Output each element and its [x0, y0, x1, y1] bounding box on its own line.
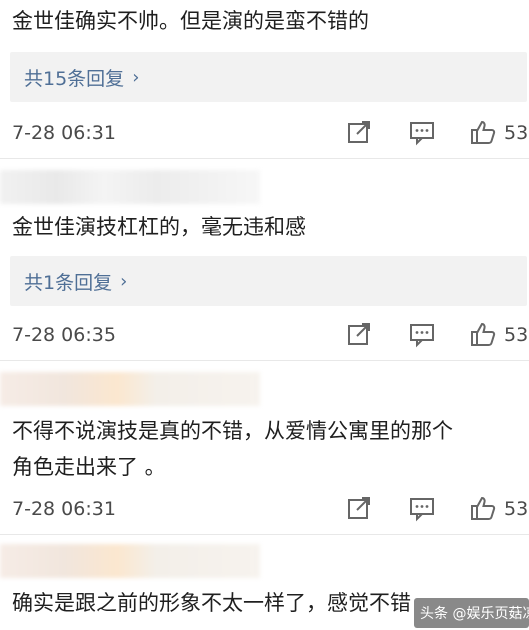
divider [0, 158, 529, 159]
blurred-avatar [0, 372, 260, 406]
thumbs-up-icon[interactable] [469, 494, 497, 522]
comment-1-text: 金世佳确实不帅。但是演的是蛮不错的 [12, 9, 369, 33]
share-icon[interactable] [345, 494, 373, 522]
reply-count: 共15条回复 [24, 67, 125, 90]
like-count: 53 [504, 324, 529, 346]
comment-time: 7-28 06:31 [12, 122, 116, 144]
blurred-avatar [0, 170, 260, 204]
comment-1-meta: 7-28 06:31 53 [12, 118, 529, 148]
thumbs-up-icon[interactable] [469, 118, 497, 146]
share-icon[interactable] [345, 118, 373, 146]
comment-2-text: 金世佳演技杠杠的，毫无违和感 [12, 215, 306, 239]
comment-icon[interactable] [408, 494, 436, 522]
comment-icon[interactable] [408, 118, 436, 146]
comment-time: 7-28 06:31 [12, 498, 116, 520]
watermark: 头条 @娱乐页菇凉 [414, 598, 529, 628]
reply-count: 共1条回复 [24, 271, 113, 294]
comment-2-meta: 7-28 06:35 53 [12, 320, 529, 350]
comment-3-meta: 7-28 06:31 53 [12, 494, 529, 524]
comment-4-text: 确实是跟之前的形象不太一样了，感觉不错 [12, 591, 411, 615]
comment-1-replies-button[interactable]: 共15条回复 › [10, 52, 527, 102]
comment-2-replies-button[interactable]: 共1条回复 › [10, 256, 527, 306]
watermark-text: 头条 @娱乐页菇凉 [420, 606, 529, 622]
comment-icon[interactable] [408, 320, 436, 348]
share-icon[interactable] [345, 320, 373, 348]
thumbs-up-icon[interactable] [469, 320, 497, 348]
divider [0, 360, 529, 361]
blurred-avatar [0, 544, 260, 578]
chevron-right-icon: › [132, 66, 140, 88]
divider [0, 534, 529, 535]
like-count: 53 [504, 498, 529, 520]
comment-time: 7-28 06:35 [12, 324, 116, 346]
like-count: 53 [504, 122, 529, 144]
chevron-right-icon: › [120, 270, 128, 292]
comment-3-text-line2: 角色走出来了 。 [12, 455, 166, 479]
comment-3-text-line1: 不得不说演技是真的不错，从爱情公寓里的那个 [12, 419, 453, 443]
